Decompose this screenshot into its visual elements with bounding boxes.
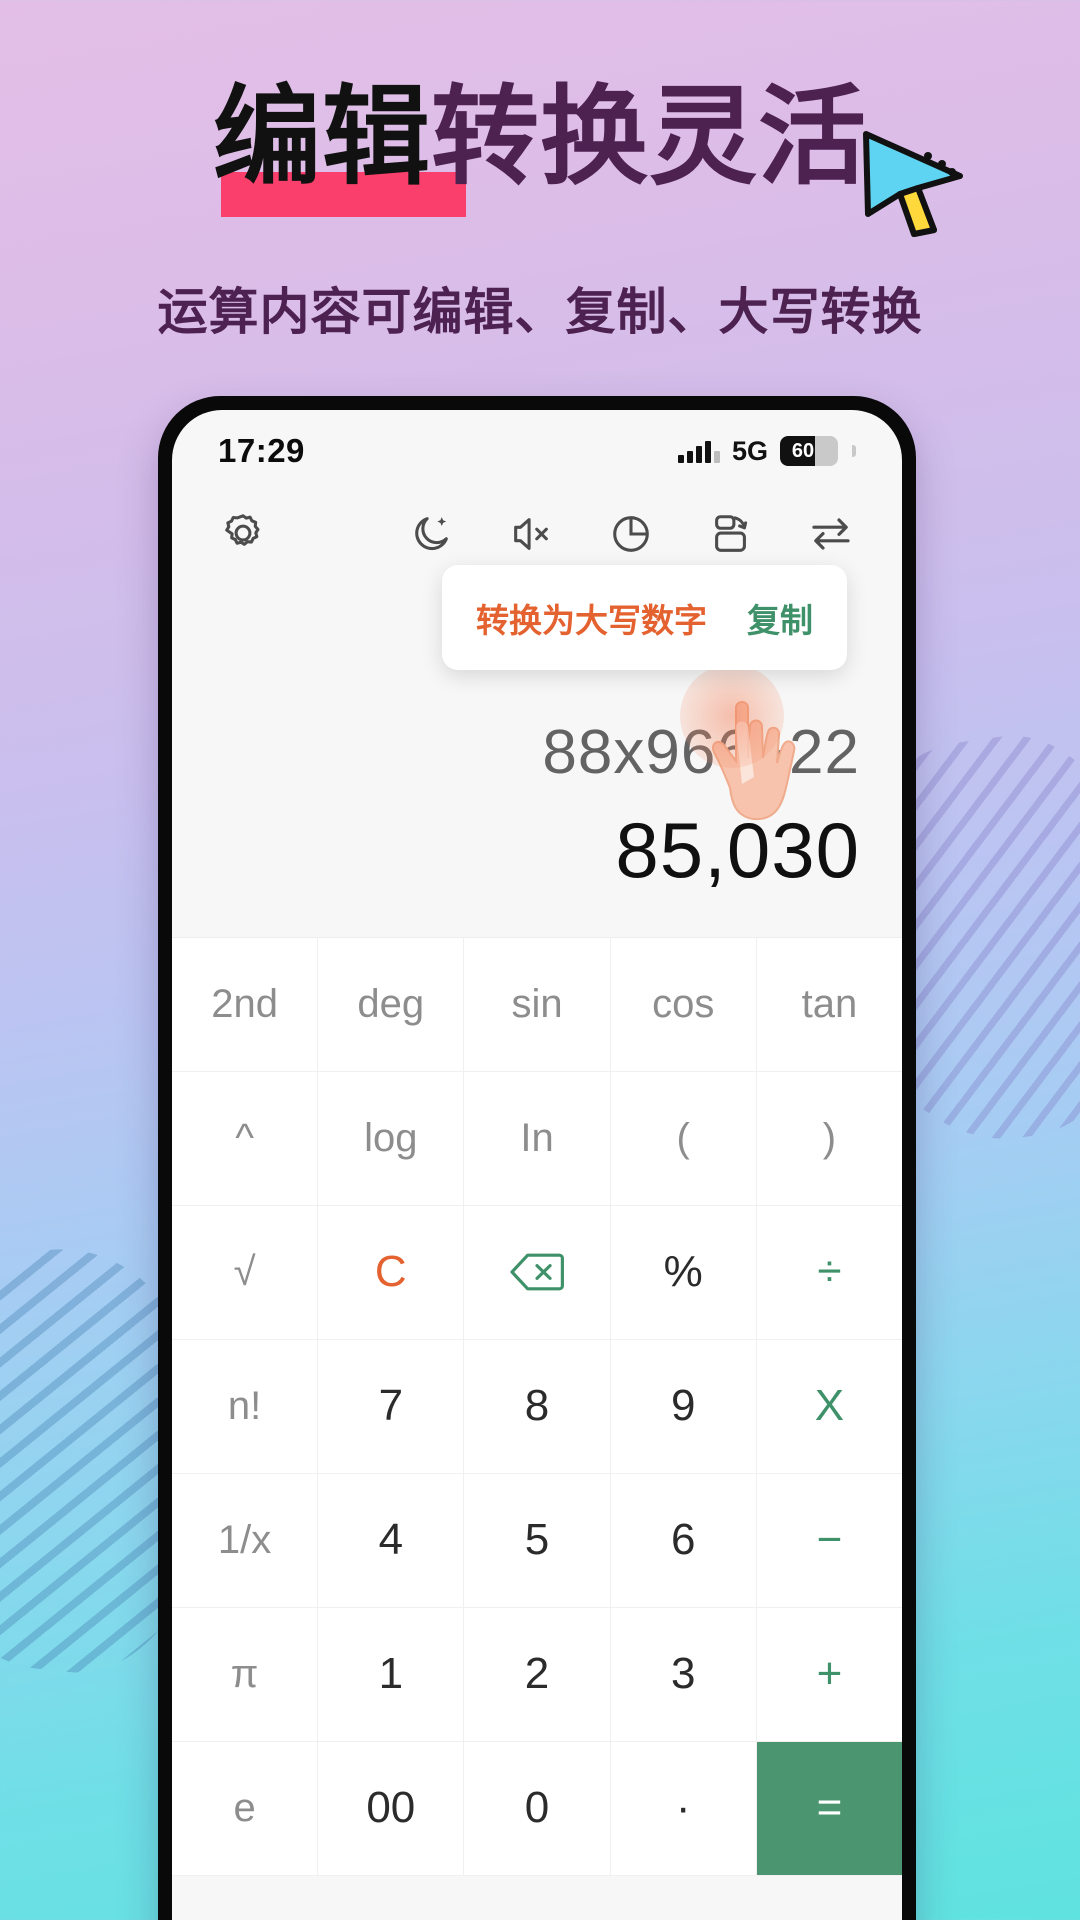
keypad-key-8[interactable]: 8 xyxy=(464,1339,611,1474)
backspace-icon[interactable] xyxy=(464,1205,611,1340)
battery-icon: 60 xyxy=(780,436,838,466)
keypad-row: π 1 2 3 + xyxy=(172,1607,902,1742)
phone-mockup: 17:29 5G 60 转换为大写数字 复制 88x966+22 85,030 … xyxy=(158,396,916,1920)
keypad-key-5[interactable]: 5 xyxy=(464,1473,611,1608)
keypad-key-cos[interactable]: cos xyxy=(610,937,757,1072)
keypad-key-1x[interactable]: 1/x xyxy=(172,1473,319,1608)
keypad-key-7[interactable]: 7 xyxy=(318,1339,465,1474)
keypad-key-[interactable]: + xyxy=(756,1607,902,1742)
keypad-key-sin[interactable]: sin xyxy=(464,937,611,1072)
rotate-screen-icon[interactable] xyxy=(700,503,762,565)
mute-icon[interactable] xyxy=(500,503,562,565)
keypad-key-[interactable]: ÷ xyxy=(756,1205,902,1340)
keypad-key-6[interactable]: 6 xyxy=(610,1473,757,1608)
keypad-key-n[interactable]: n! xyxy=(172,1339,319,1474)
signal-bars-icon xyxy=(677,439,720,463)
cursor-arrow-icon xyxy=(863,131,963,237)
keypad-row: ^ log In() xyxy=(172,1071,902,1206)
keypad-row: 2nd deg sin cos tan xyxy=(172,937,902,1072)
keypad-key-0[interactable]: 0 xyxy=(464,1741,611,1876)
convert-to-chinese-numerals-button[interactable]: 转换为大写数字 xyxy=(476,594,707,642)
expression-text[interactable]: 88x966+22 xyxy=(214,714,860,792)
result-text[interactable]: 85,030 xyxy=(214,800,860,901)
keypad-row: 1/x 4 5 6− xyxy=(172,1473,902,1608)
phone-screen: 17:29 5G 60 转换为大写数字 复制 88x966+22 85,030 … xyxy=(172,410,902,1920)
keypad-key-1[interactable]: 1 xyxy=(318,1607,465,1742)
keypad-key-[interactable]: = xyxy=(756,1741,902,1876)
keypad-key-00[interactable]: 00 xyxy=(318,1741,465,1876)
keypad-key-2[interactable]: 2 xyxy=(464,1607,611,1742)
battery-level-label: 60 xyxy=(791,439,815,462)
keypad-key-2nd[interactable]: 2nd xyxy=(172,937,319,1072)
calculator-keypad: 2nd deg sin cos tan ^ log In() √ C% ÷ n! 7 8 9 X 1/x 4 5 6−… xyxy=(172,936,902,1876)
keypad-key-In[interactable]: In xyxy=(464,1071,611,1206)
promo-subtitle: 运算内容可编辑、复制、大写转换 xyxy=(157,284,923,340)
keypad-key-4[interactable]: 4 xyxy=(318,1473,465,1608)
dark-mode-icon[interactable] xyxy=(400,503,462,565)
keypad-key-[interactable]: ) xyxy=(756,1071,902,1206)
status-time: 17:29 xyxy=(218,432,305,469)
copy-button[interactable]: 复制 xyxy=(747,594,813,642)
keypad-key-tan[interactable]: tan xyxy=(756,937,902,1072)
keypad-key-[interactable]: √ xyxy=(172,1205,319,1340)
battery-tip xyxy=(852,445,856,457)
keypad-key-X[interactable]: X xyxy=(756,1339,902,1474)
keypad-key-9[interactable]: 9 xyxy=(610,1339,757,1474)
settings-icon[interactable] xyxy=(212,503,274,565)
status-bar: 17:29 5G 60 xyxy=(172,410,902,482)
keypad-key-[interactable]: · xyxy=(610,1741,757,1876)
keypad-key-[interactable]: ( xyxy=(610,1071,757,1206)
context-menu-popup: 转换为大写数字 复制 xyxy=(442,565,847,670)
keypad-key-3[interactable]: 3 xyxy=(610,1607,757,1742)
keypad-key-log[interactable]: log xyxy=(318,1071,465,1206)
keypad-row: n! 7 8 9 X xyxy=(172,1339,902,1474)
history-icon[interactable] xyxy=(600,503,662,565)
keypad-key-[interactable]: ^ xyxy=(172,1071,319,1206)
network-type-label: 5G xyxy=(731,435,768,466)
keypad-key-[interactable]: π xyxy=(172,1607,319,1742)
convert-icon[interactable] xyxy=(800,503,862,565)
headline-part-dark: 编辑 xyxy=(212,76,431,197)
keypad-row: e 00 0 · = xyxy=(172,1741,902,1876)
keypad-key-[interactable]: − xyxy=(756,1473,902,1608)
keypad-key-C[interactable]: C xyxy=(318,1205,465,1340)
keypad-key-deg[interactable]: deg xyxy=(318,937,465,1072)
keypad-row: √ C% ÷ xyxy=(172,1205,902,1340)
keypad-key-[interactable]: % xyxy=(610,1205,757,1340)
headline-part-purple: 转换灵活 xyxy=(431,76,868,197)
keypad-key-e[interactable]: e xyxy=(172,1741,319,1876)
